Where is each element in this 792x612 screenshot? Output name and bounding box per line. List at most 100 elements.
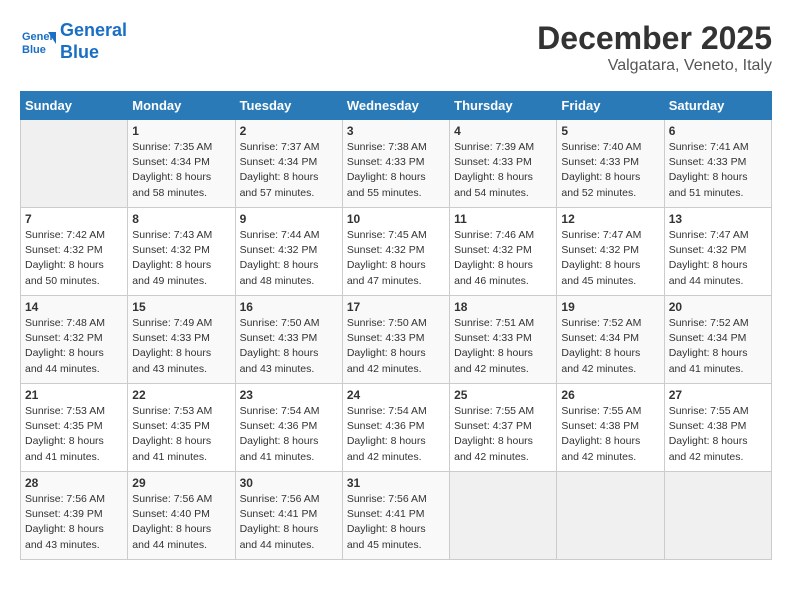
location: Valgatara, Veneto, Italy	[537, 57, 772, 75]
day-number: 28	[25, 476, 123, 490]
sunset-text: Sunset: 4:34 PM	[132, 156, 210, 168]
weekday-header-thursday: Thursday	[450, 92, 557, 120]
sunset-text: Sunset: 4:33 PM	[454, 332, 532, 344]
day-number: 31	[347, 476, 445, 490]
day-number: 8	[132, 212, 230, 226]
daylight-text: Daylight: 8 hours and 42 minutes.	[347, 347, 426, 374]
calendar-week-4: 21 Sunrise: 7:53 AM Sunset: 4:35 PM Dayl…	[21, 384, 772, 472]
day-number: 4	[454, 124, 552, 138]
sunrise-text: Sunrise: 7:48 AM	[25, 317, 105, 329]
daylight-text: Daylight: 8 hours and 45 minutes.	[561, 259, 640, 286]
day-number: 13	[669, 212, 767, 226]
day-number: 23	[240, 388, 338, 402]
sunrise-text: Sunrise: 7:35 AM	[132, 141, 212, 153]
calendar-cell	[664, 472, 771, 560]
daylight-text: Daylight: 8 hours and 43 minutes.	[25, 523, 104, 550]
weekday-header-saturday: Saturday	[664, 92, 771, 120]
day-info: Sunrise: 7:37 AM Sunset: 4:34 PM Dayligh…	[240, 140, 338, 201]
sunset-text: Sunset: 4:32 PM	[669, 244, 747, 256]
day-info: Sunrise: 7:38 AM Sunset: 4:33 PM Dayligh…	[347, 140, 445, 201]
weekday-header-friday: Friday	[557, 92, 664, 120]
sunset-text: Sunset: 4:33 PM	[240, 332, 318, 344]
daylight-text: Daylight: 8 hours and 44 minutes.	[132, 523, 211, 550]
calendar-cell: 9 Sunrise: 7:44 AM Sunset: 4:32 PM Dayli…	[235, 208, 342, 296]
daylight-text: Daylight: 8 hours and 44 minutes.	[240, 523, 319, 550]
weekday-header-wednesday: Wednesday	[342, 92, 449, 120]
sunrise-text: Sunrise: 7:46 AM	[454, 229, 534, 241]
sunrise-text: Sunrise: 7:50 AM	[240, 317, 320, 329]
sunrise-text: Sunrise: 7:39 AM	[454, 141, 534, 153]
day-info: Sunrise: 7:40 AM Sunset: 4:33 PM Dayligh…	[561, 140, 659, 201]
calendar-cell: 18 Sunrise: 7:51 AM Sunset: 4:33 PM Dayl…	[450, 296, 557, 384]
day-number: 24	[347, 388, 445, 402]
logo-icon: General Blue	[20, 24, 56, 60]
sunrise-text: Sunrise: 7:42 AM	[25, 229, 105, 241]
day-number: 21	[25, 388, 123, 402]
sunrise-text: Sunrise: 7:52 AM	[669, 317, 749, 329]
sunrise-text: Sunrise: 7:47 AM	[669, 229, 749, 241]
title-block: December 2025 Valgatara, Veneto, Italy	[537, 20, 772, 75]
calendar-cell: 19 Sunrise: 7:52 AM Sunset: 4:34 PM Dayl…	[557, 296, 664, 384]
day-info: Sunrise: 7:50 AM Sunset: 4:33 PM Dayligh…	[347, 316, 445, 377]
calendar-cell: 5 Sunrise: 7:40 AM Sunset: 4:33 PM Dayli…	[557, 120, 664, 208]
day-number: 19	[561, 300, 659, 314]
sunrise-text: Sunrise: 7:40 AM	[561, 141, 641, 153]
day-number: 25	[454, 388, 552, 402]
day-info: Sunrise: 7:53 AM Sunset: 4:35 PM Dayligh…	[132, 404, 230, 465]
daylight-text: Daylight: 8 hours and 43 minutes.	[240, 347, 319, 374]
day-number: 3	[347, 124, 445, 138]
day-info: Sunrise: 7:45 AM Sunset: 4:32 PM Dayligh…	[347, 228, 445, 289]
day-number: 12	[561, 212, 659, 226]
calendar-cell: 25 Sunrise: 7:55 AM Sunset: 4:37 PM Dayl…	[450, 384, 557, 472]
sunrise-text: Sunrise: 7:49 AM	[132, 317, 212, 329]
sunrise-text: Sunrise: 7:53 AM	[132, 405, 212, 417]
sunrise-text: Sunrise: 7:47 AM	[561, 229, 641, 241]
sunset-text: Sunset: 4:32 PM	[240, 244, 318, 256]
sunrise-text: Sunrise: 7:52 AM	[561, 317, 641, 329]
day-number: 29	[132, 476, 230, 490]
calendar-week-5: 28 Sunrise: 7:56 AM Sunset: 4:39 PM Dayl…	[21, 472, 772, 560]
day-number: 2	[240, 124, 338, 138]
calendar-cell: 1 Sunrise: 7:35 AM Sunset: 4:34 PM Dayli…	[128, 120, 235, 208]
page-header: General Blue General Blue December 2025 …	[20, 20, 772, 75]
sunset-text: Sunset: 4:36 PM	[240, 420, 318, 432]
sunrise-text: Sunrise: 7:38 AM	[347, 141, 427, 153]
sunset-text: Sunset: 4:32 PM	[561, 244, 639, 256]
sunrise-text: Sunrise: 7:56 AM	[132, 493, 212, 505]
sunset-text: Sunset: 4:34 PM	[561, 332, 639, 344]
daylight-text: Daylight: 8 hours and 57 minutes.	[240, 171, 319, 198]
day-info: Sunrise: 7:52 AM Sunset: 4:34 PM Dayligh…	[669, 316, 767, 377]
calendar-week-1: 1 Sunrise: 7:35 AM Sunset: 4:34 PM Dayli…	[21, 120, 772, 208]
day-info: Sunrise: 7:49 AM Sunset: 4:33 PM Dayligh…	[132, 316, 230, 377]
day-number: 1	[132, 124, 230, 138]
logo-line1: General	[60, 20, 127, 40]
daylight-text: Daylight: 8 hours and 41 minutes.	[669, 347, 748, 374]
calendar-cell: 20 Sunrise: 7:52 AM Sunset: 4:34 PM Dayl…	[664, 296, 771, 384]
sunset-text: Sunset: 4:36 PM	[347, 420, 425, 432]
sunset-text: Sunset: 4:33 PM	[669, 156, 747, 168]
calendar-body: 1 Sunrise: 7:35 AM Sunset: 4:34 PM Dayli…	[21, 120, 772, 560]
daylight-text: Daylight: 8 hours and 42 minutes.	[561, 347, 640, 374]
day-number: 26	[561, 388, 659, 402]
daylight-text: Daylight: 8 hours and 55 minutes.	[347, 171, 426, 198]
daylight-text: Daylight: 8 hours and 47 minutes.	[347, 259, 426, 286]
daylight-text: Daylight: 8 hours and 49 minutes.	[132, 259, 211, 286]
sunset-text: Sunset: 4:38 PM	[561, 420, 639, 432]
sunset-text: Sunset: 4:41 PM	[347, 508, 425, 520]
calendar-cell: 31 Sunrise: 7:56 AM Sunset: 4:41 PM Dayl…	[342, 472, 449, 560]
sunset-text: Sunset: 4:33 PM	[454, 156, 532, 168]
weekday-header-monday: Monday	[128, 92, 235, 120]
day-info: Sunrise: 7:41 AM Sunset: 4:33 PM Dayligh…	[669, 140, 767, 201]
sunrise-text: Sunrise: 7:44 AM	[240, 229, 320, 241]
day-number: 14	[25, 300, 123, 314]
daylight-text: Daylight: 8 hours and 54 minutes.	[454, 171, 533, 198]
sunrise-text: Sunrise: 7:56 AM	[240, 493, 320, 505]
calendar-cell: 7 Sunrise: 7:42 AM Sunset: 4:32 PM Dayli…	[21, 208, 128, 296]
day-info: Sunrise: 7:46 AM Sunset: 4:32 PM Dayligh…	[454, 228, 552, 289]
day-number: 6	[669, 124, 767, 138]
day-number: 16	[240, 300, 338, 314]
sunset-text: Sunset: 4:32 PM	[25, 332, 103, 344]
sunset-text: Sunset: 4:39 PM	[25, 508, 103, 520]
day-info: Sunrise: 7:54 AM Sunset: 4:36 PM Dayligh…	[347, 404, 445, 465]
day-info: Sunrise: 7:52 AM Sunset: 4:34 PM Dayligh…	[561, 316, 659, 377]
